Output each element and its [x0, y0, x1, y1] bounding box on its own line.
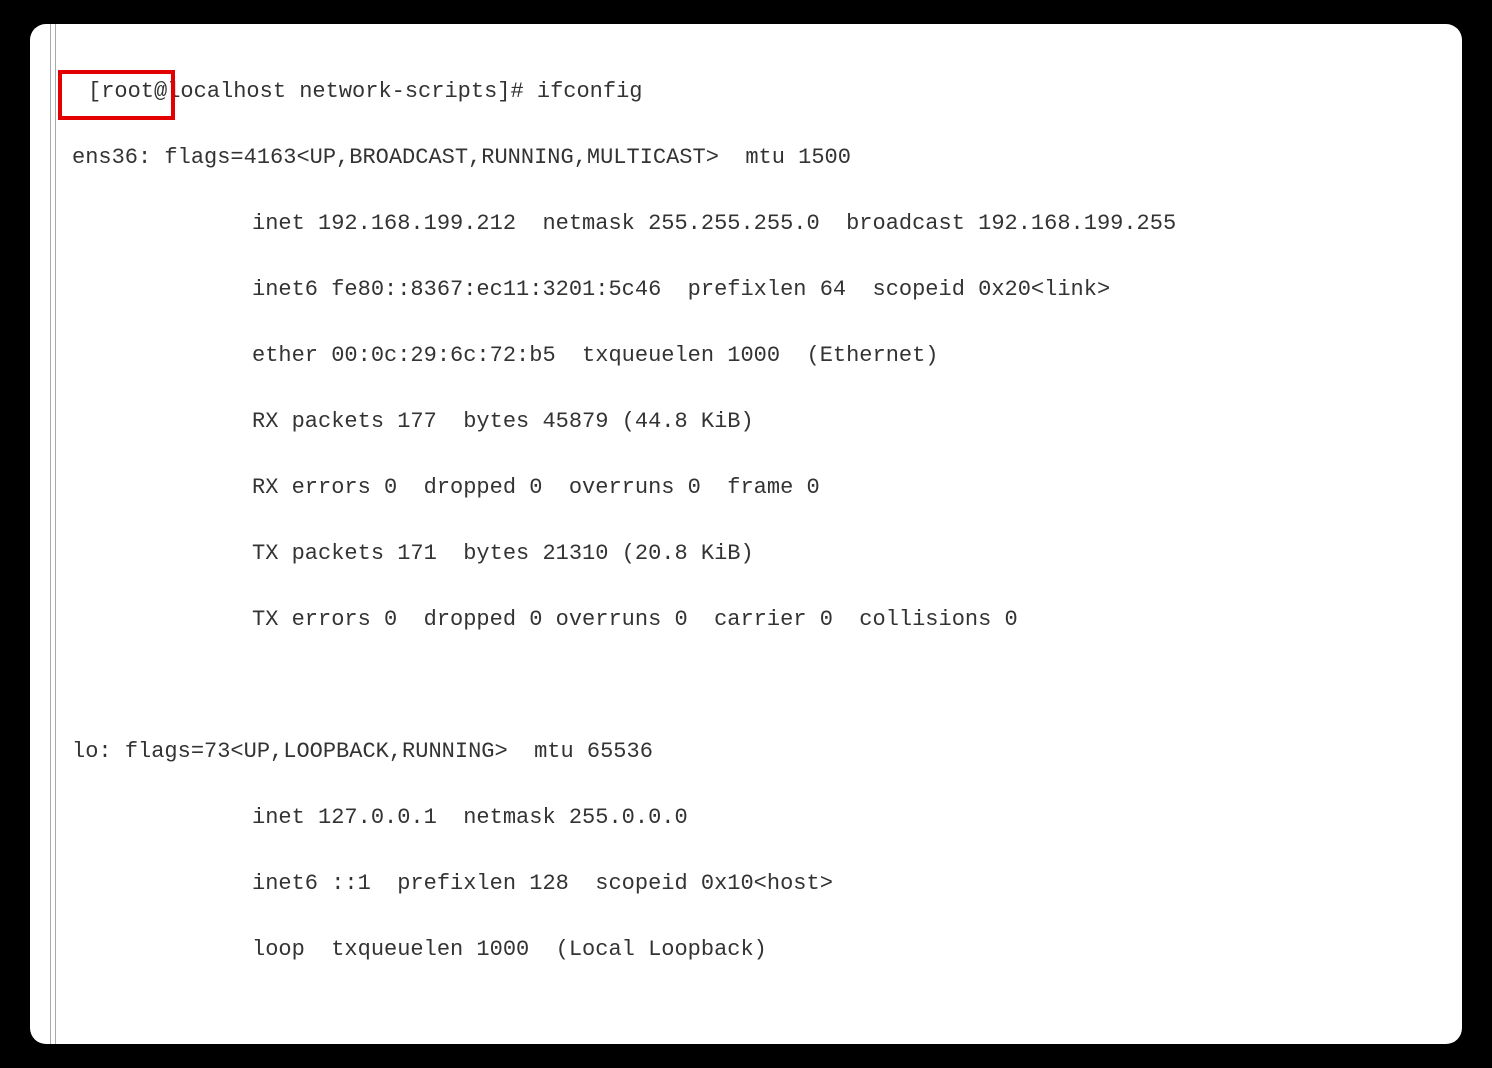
- iface-lo-header: lo: flags=73<UP,LOOPBACK,RUNNING> mtu 65…: [72, 735, 1448, 768]
- iface-name-lo: lo:: [72, 739, 112, 764]
- ens36-tx-packets: TX packets 171 bytes 21310 (20.8 KiB): [72, 537, 1448, 570]
- ens36-inet: inet 192.168.199.212 netmask 255.255.255…: [72, 207, 1448, 240]
- shell-prompt: [root@localhost network-scripts]#: [88, 79, 537, 104]
- terminal-output: [root@localhost network-scripts]# ifconf…: [30, 24, 1462, 1044]
- scrollbar-track: [50, 24, 56, 1044]
- lo-inet6: inet6 ::1 prefixlen 128 scopeid 0x10<hos…: [72, 867, 1448, 900]
- lo-loop: loop txqueuelen 1000 (Local Loopback): [72, 933, 1448, 966]
- iface-flags-lo: flags=73<UP,LOOPBACK,RUNNING> mtu 65536: [125, 739, 653, 764]
- lo-inet: inet 127.0.0.1 netmask 255.0.0.0: [72, 801, 1448, 834]
- ens36-rx-packets: RX packets 177 bytes 45879 (44.8 KiB): [72, 405, 1448, 438]
- command-text: ifconfig: [537, 79, 643, 104]
- ens36-rx-errors: RX errors 0 dropped 0 overruns 0 frame 0: [72, 471, 1448, 504]
- terminal-content: [root@localhost network-scripts]# ifconf…: [72, 42, 1448, 1032]
- screenshot-frame: [root@localhost network-scripts]# ifconf…: [0, 0, 1492, 1068]
- ens36-tx-errors: TX errors 0 dropped 0 overruns 0 carrier…: [72, 603, 1448, 636]
- iface-flags-ens36: flags=4163<UP,BROADCAST,RUNNING,MULTICAS…: [164, 145, 851, 170]
- iface-ens36-header: ens36: flags=4163<UP,BROADCAST,RUNNING,M…: [72, 141, 1448, 174]
- iface-name-ens36: ens36:: [72, 145, 151, 170]
- prompt-line: [root@localhost network-scripts]# ifconf…: [72, 75, 1448, 108]
- blank-row: [72, 669, 1448, 702]
- ens36-inet6: inet6 fe80::8367:ec11:3201:5c46 prefixle…: [72, 273, 1448, 306]
- ens36-ether: ether 00:0c:29:6c:72:b5 txqueuelen 1000 …: [72, 339, 1448, 372]
